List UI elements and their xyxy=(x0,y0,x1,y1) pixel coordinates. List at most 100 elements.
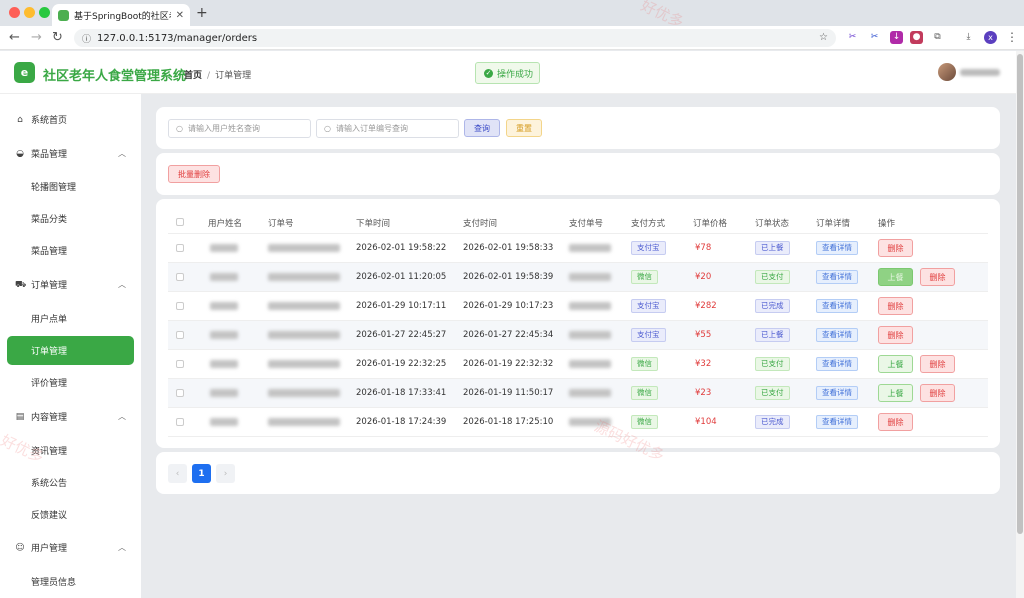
extension-scissors-icon[interactable]: ✂ xyxy=(846,31,859,44)
close-window-button[interactable] xyxy=(9,7,20,18)
page-1-button[interactable]: 1 xyxy=(192,464,211,483)
user-avatar[interactable] xyxy=(938,63,956,81)
view-detail-button[interactable]: 查看详情 xyxy=(816,299,858,313)
row-checkbox[interactable] xyxy=(176,360,184,368)
chevron-up-icon: ︿ xyxy=(118,149,126,158)
column-header-order-no: 订单号 xyxy=(268,219,294,229)
address-bar[interactable]: ⓘ 127.0.0.1:5173/manager/orders ☆ xyxy=(74,29,836,47)
row-checkbox[interactable] xyxy=(176,389,184,397)
sidebar-group-orders[interactable]: ⛟ 订单管理 ︿ xyxy=(7,270,134,299)
query-button[interactable]: 查询 xyxy=(464,119,500,137)
serve-button[interactable]: 上餐 xyxy=(878,268,913,286)
extension-download-icon[interactable]: ↓ xyxy=(890,31,903,44)
prev-page-button[interactable]: ‹ xyxy=(168,464,187,483)
extension-ghost-icon[interactable]: ● xyxy=(910,31,923,44)
row-checkbox[interactable] xyxy=(176,302,184,310)
sidebar-item-order-manage[interactable]: 订单管理 xyxy=(7,336,134,365)
select-all-checkbox[interactable] xyxy=(176,218,184,226)
delete-button[interactable]: 删除 xyxy=(878,297,913,315)
status-tag: 已上餐 xyxy=(755,328,790,342)
user-name-blurred xyxy=(210,389,238,397)
sidebar-group-content[interactable]: ▤ 内容管理 ︿ xyxy=(7,402,134,431)
view-detail-button[interactable]: 查看详情 xyxy=(816,328,858,342)
forward-icon[interactable]: → xyxy=(31,30,42,45)
price-cell: ¥78 xyxy=(695,243,712,253)
sidebar-item-feedback[interactable]: 反馈建议 xyxy=(7,500,134,529)
pay-method-tag: 微信 xyxy=(631,357,658,371)
pay-method-tag: 支付宝 xyxy=(631,299,666,313)
batch-delete-button[interactable]: 批量删除 xyxy=(168,165,220,183)
order-number-search-input[interactable]: ○ 请输入订单编号查询 xyxy=(316,119,459,138)
column-header-actions: 操作 xyxy=(878,219,896,229)
site-info-icon[interactable]: ⓘ xyxy=(82,32,91,45)
view-detail-button[interactable]: 查看详情 xyxy=(816,241,858,255)
delete-button[interactable]: 删除 xyxy=(878,326,913,344)
view-detail-button[interactable]: 查看详情 xyxy=(816,270,858,284)
user-name-blurred xyxy=(210,360,238,368)
pay-time-cell: 2026-02-01 19:58:33 xyxy=(463,243,554,253)
price-cell: ¥23 xyxy=(695,388,712,398)
view-detail-button[interactable]: 查看详情 xyxy=(816,386,858,400)
extension-cut-icon[interactable]: ✂ xyxy=(868,31,881,44)
price-cell: ¥282 xyxy=(695,301,717,311)
pay-time-cell: 2026-02-01 19:58:39 xyxy=(463,272,554,282)
delete-button[interactable]: 删除 xyxy=(920,355,955,373)
sidebar-group-users[interactable]: ☺ 用户管理 ︿ xyxy=(7,533,134,562)
sidebar-item-carousel[interactable]: 轮播图管理 xyxy=(7,172,134,201)
maximize-window-button[interactable] xyxy=(39,7,50,18)
row-checkbox[interactable] xyxy=(176,418,184,426)
next-page-button[interactable]: › xyxy=(216,464,235,483)
scrollbar-thumb[interactable] xyxy=(1017,54,1023,534)
new-tab-icon[interactable]: + xyxy=(196,5,208,21)
view-detail-button[interactable]: 查看详情 xyxy=(816,415,858,429)
view-detail-button[interactable]: 查看详情 xyxy=(816,357,858,371)
column-header-order-time: 下单时间 xyxy=(356,219,391,229)
sidebar-group-dishes[interactable]: ◒ 菜品管理 ︿ xyxy=(7,139,134,168)
check-circle-icon: ✓ xyxy=(484,68,493,78)
column-header-price: 订单价格 xyxy=(693,219,728,229)
row-checkbox[interactable] xyxy=(176,331,184,339)
back-icon[interactable]: ← xyxy=(9,30,20,45)
delete-button[interactable]: 删除 xyxy=(878,413,913,431)
reset-button[interactable]: 重置 xyxy=(506,119,542,137)
order-time-cell: 2026-01-27 22:45:27 xyxy=(356,330,447,340)
browser-menu-icon[interactable]: ⋮ xyxy=(1006,30,1018,44)
pay-method-tag: 支付宝 xyxy=(631,328,666,342)
pay-time-cell: 2026-01-19 11:50:17 xyxy=(463,388,554,398)
sidebar-item-dish-manage[interactable]: 菜品管理 xyxy=(7,236,134,265)
row-checkbox[interactable] xyxy=(176,244,184,252)
sidebar-item-user-orders[interactable]: 用户点单 xyxy=(7,304,134,333)
breadcrumb-current: 订单管理 xyxy=(215,71,252,81)
status-tag: 已支付 xyxy=(755,270,790,284)
sidebar-item-news[interactable]: 资讯管理 xyxy=(7,436,134,465)
delete-button[interactable]: 删除 xyxy=(878,239,913,257)
breadcrumb-home[interactable]: 首页 xyxy=(184,71,202,81)
pay-no-blurred xyxy=(569,331,611,339)
sidebar-item-home[interactable]: ⌂ 系统首页 xyxy=(7,105,134,134)
sidebar-item-admin-info[interactable]: 管理员信息 xyxy=(7,567,134,596)
sidebar-item-dish-category[interactable]: 菜品分类 xyxy=(7,204,134,233)
extensions-puzzle-icon[interactable]: ⧉ xyxy=(931,31,944,44)
row-checkbox[interactable] xyxy=(176,273,184,281)
sidebar-item-notices[interactable]: 系统公告 xyxy=(7,468,134,497)
delete-button[interactable]: 删除 xyxy=(920,384,955,402)
delete-button[interactable]: 删除 xyxy=(920,268,955,286)
status-tag: 已完成 xyxy=(755,415,790,429)
reload-icon[interactable]: ↻ xyxy=(52,30,63,45)
user-name-blurred[interactable] xyxy=(960,69,1000,76)
chevron-up-icon: ︿ xyxy=(118,412,126,421)
column-header-detail: 订单详情 xyxy=(816,219,851,229)
tab-close-icon[interactable]: ✕ xyxy=(176,10,184,21)
downloads-icon[interactable]: ⤓ xyxy=(962,31,975,44)
user-name-search-input[interactable]: ○ 请输入用户姓名查询 xyxy=(168,119,311,138)
minimize-window-button[interactable] xyxy=(24,7,35,18)
user-name-blurred xyxy=(210,331,238,339)
profile-avatar[interactable]: x xyxy=(984,31,997,44)
serve-button[interactable]: 上餐 xyxy=(878,355,913,373)
order-number-placeholder: 请输入订单编号查询 xyxy=(335,124,408,133)
page-scrollbar[interactable] xyxy=(1016,51,1024,598)
serve-button[interactable]: 上餐 xyxy=(878,384,913,402)
sidebar-item-reviews[interactable]: 评价管理 xyxy=(7,368,134,397)
browser-tab[interactable]: 基于SpringBoot的社区老年人食 ✕ xyxy=(52,4,190,26)
bookmark-star-icon[interactable]: ☆ xyxy=(819,32,828,43)
